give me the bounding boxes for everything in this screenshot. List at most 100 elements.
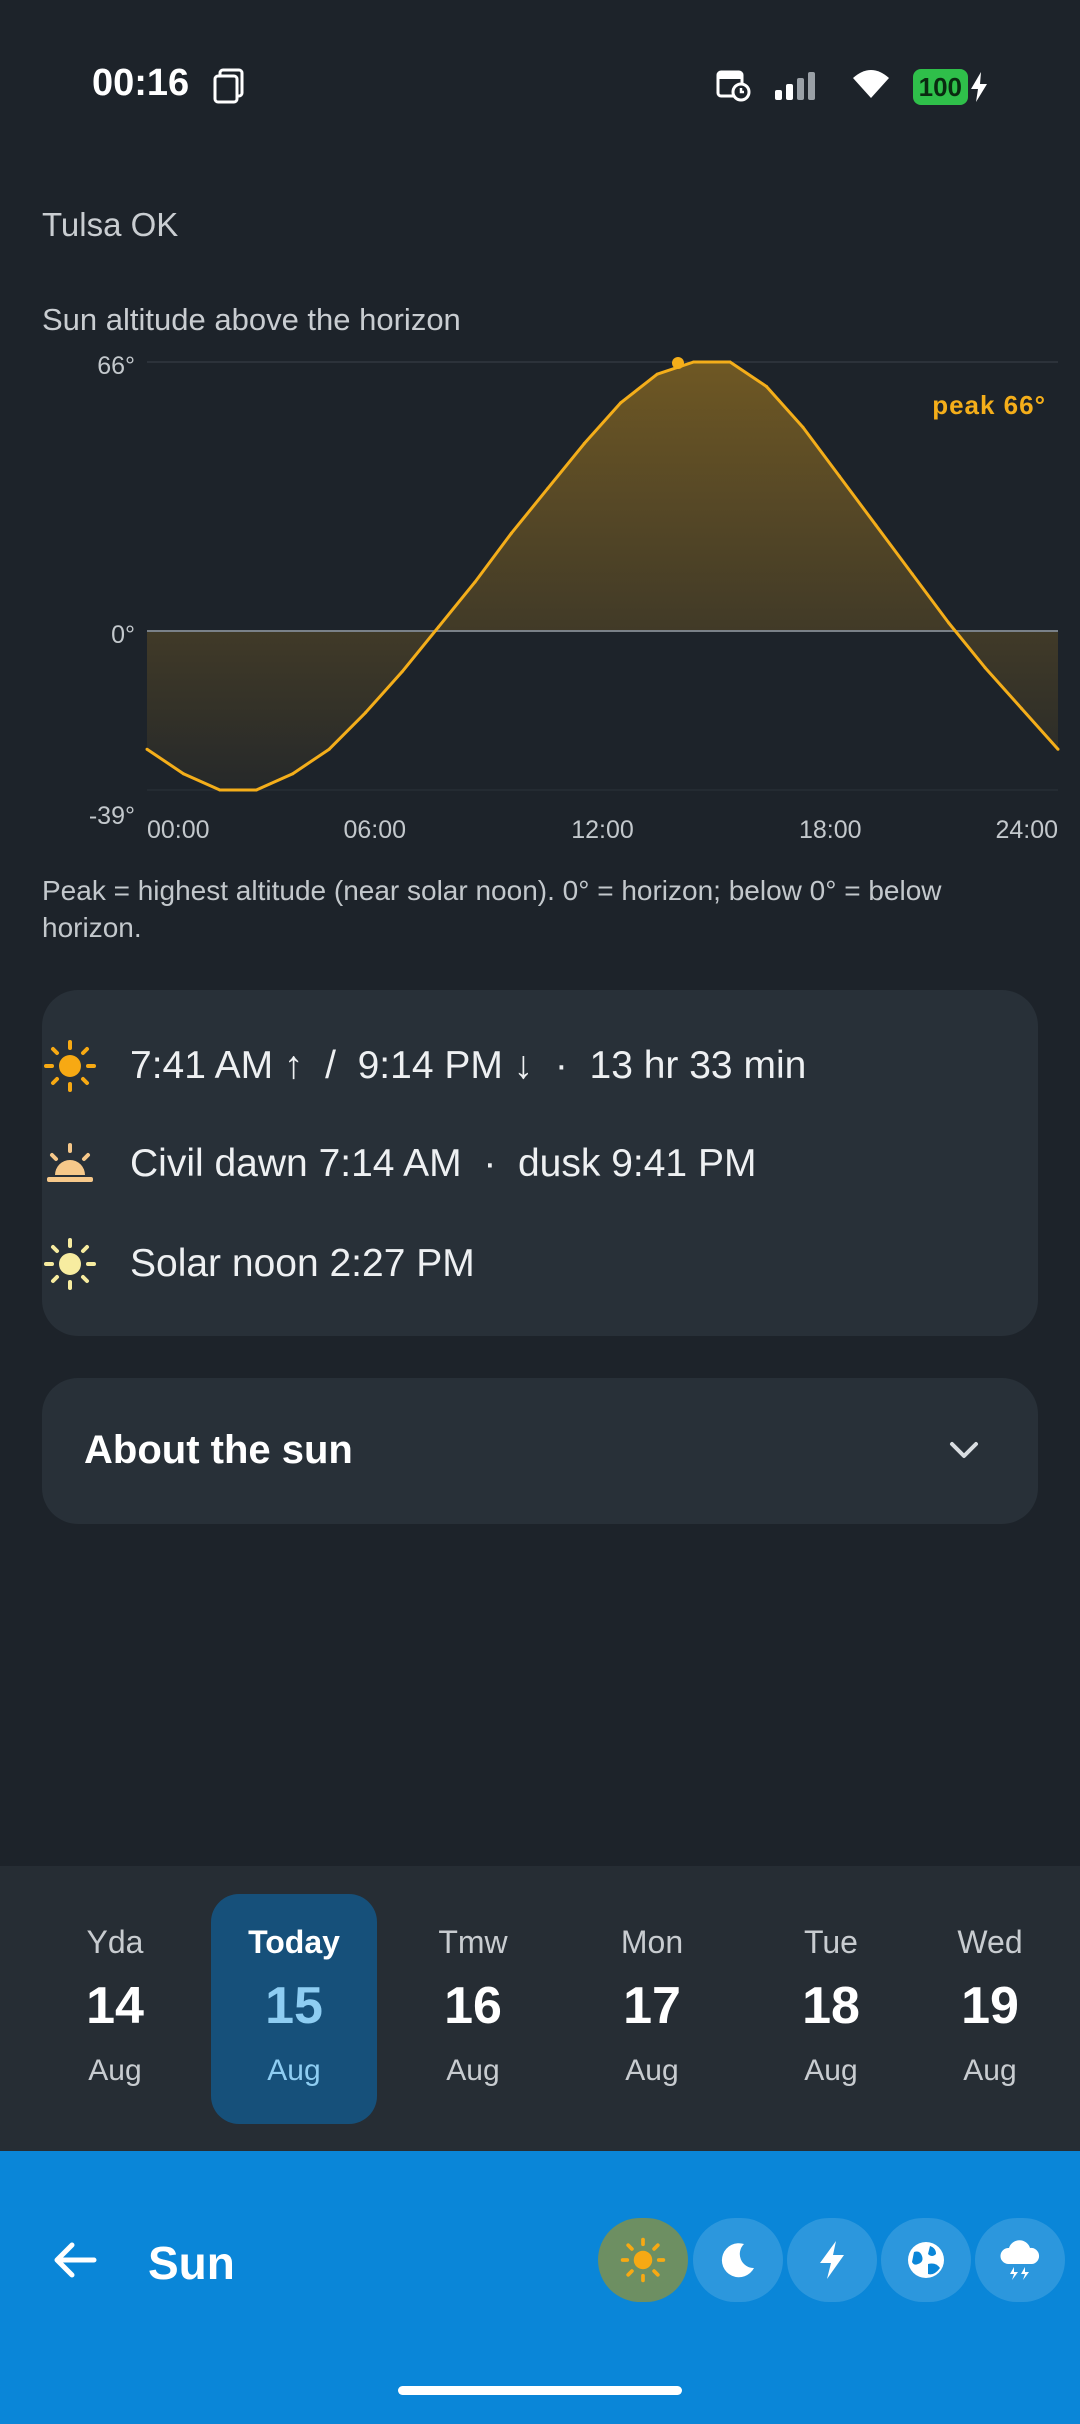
day-number: 14 bbox=[86, 1977, 144, 2035]
day-name: Tue bbox=[804, 1924, 858, 1960]
day-name: Tmw bbox=[438, 1924, 508, 1960]
day-number: 18 bbox=[802, 1977, 860, 2035]
data-point bbox=[1056, 747, 1060, 751]
x-tick-label: 00:00 bbox=[147, 816, 210, 844]
data-point bbox=[910, 572, 914, 576]
data-point bbox=[145, 747, 149, 751]
back-arrow-icon[interactable] bbox=[46, 2230, 106, 2290]
y-tick-label: 66° bbox=[97, 352, 135, 380]
data-point bbox=[947, 621, 951, 625]
x-tick-label: 18:00 bbox=[799, 816, 862, 844]
day-month: Aug bbox=[963, 2054, 1017, 2087]
sunrise-sunset-row: 7:41 AM ↑ / 9:14 PM ↓ · 13 hr 33 min bbox=[42, 1038, 806, 1094]
data-point bbox=[181, 772, 185, 776]
day-number: 17 bbox=[623, 1977, 681, 2035]
globe-mode-button[interactable] bbox=[881, 2218, 971, 2302]
altitude-area bbox=[147, 362, 1058, 790]
data-point bbox=[983, 666, 987, 670]
data-point bbox=[291, 772, 295, 776]
day-yesterday[interactable]: Yda 14 Aug bbox=[32, 1894, 198, 2124]
sun-icon bbox=[42, 1038, 98, 1094]
data-point bbox=[619, 401, 623, 405]
data-point bbox=[546, 486, 550, 490]
day-name: Today bbox=[248, 1924, 340, 1960]
data-point bbox=[874, 523, 878, 527]
day-month: Aug bbox=[625, 2054, 679, 2087]
about-sun-title: About the sun bbox=[84, 1428, 353, 1472]
location-label: Tulsa OK bbox=[42, 206, 179, 243]
wifi-icon bbox=[851, 68, 891, 105]
altitude-chart: 66° 0° -39° 00:00 06:00 12:00 18:00 24:00 peak … bbox=[0, 340, 1080, 860]
data-point bbox=[254, 788, 258, 792]
day-tomorrow[interactable]: Tmw 16 Aug bbox=[390, 1894, 556, 2124]
data-point bbox=[437, 625, 441, 629]
lightning-mode-button[interactable] bbox=[787, 2218, 877, 2302]
data-point bbox=[327, 747, 331, 751]
day-month: Aug bbox=[267, 2054, 321, 2087]
storm-cloud-icon bbox=[1000, 2240, 1040, 2280]
day-number: 19 bbox=[961, 1977, 1019, 2035]
calendar-clock-icon bbox=[715, 66, 751, 107]
bright-sun-icon bbox=[42, 1236, 98, 1292]
chart-note: Peak = highest altitude (near solar noon… bbox=[42, 875, 942, 943]
chevron-down-icon[interactable] bbox=[944, 1430, 984, 1475]
day-name: Mon bbox=[620, 1924, 684, 1960]
status-time: 00:16 bbox=[92, 62, 190, 104]
data-point bbox=[801, 425, 805, 429]
x-tick-label: 24:00 bbox=[995, 816, 1058, 844]
storm-mode-button[interactable] bbox=[975, 2218, 1065, 2302]
peak-marker bbox=[672, 357, 684, 369]
peak-label: peak 66° bbox=[932, 390, 1046, 420]
solar-noon-row: Solar noon 2:27 PM bbox=[42, 1236, 475, 1292]
sunrise-sunset-text: 7:41 AM ↑ / 9:14 PM ↓ · 13 hr 33 min bbox=[130, 1044, 807, 1087]
sun-mode-button[interactable] bbox=[598, 2218, 688, 2302]
screen-title: Sun bbox=[148, 2237, 235, 2289]
data-point bbox=[837, 474, 841, 478]
data-point bbox=[364, 711, 368, 715]
data-point bbox=[582, 442, 586, 446]
data-point bbox=[728, 360, 732, 364]
sun-icon bbox=[620, 2237, 666, 2283]
x-tick-label: 06:00 bbox=[343, 816, 406, 844]
home-indicator[interactable] bbox=[398, 2386, 682, 2395]
x-tick-label: 12:00 bbox=[571, 816, 634, 844]
y-tick-label: 0° bbox=[111, 621, 135, 649]
screenshot-icon bbox=[212, 68, 246, 109]
sunrise-horizon-icon bbox=[42, 1136, 98, 1192]
lightning-icon bbox=[820, 2241, 844, 2279]
day-name: Wed bbox=[957, 1924, 1023, 1960]
day-month: Aug bbox=[804, 2054, 858, 2087]
day-today[interactable]: Today 15 Aug bbox=[211, 1894, 377, 2124]
data-point bbox=[400, 670, 404, 674]
status-bar: 00:16 100 bbox=[0, 0, 1080, 175]
y-tick-label: -39° bbox=[89, 802, 135, 830]
signal-icon bbox=[773, 68, 829, 105]
day-number: 16 bbox=[444, 1977, 502, 2035]
day-month: Aug bbox=[446, 2054, 500, 2087]
data-point bbox=[473, 580, 477, 584]
status-icons: 100 bbox=[715, 66, 990, 107]
data-point bbox=[655, 372, 659, 376]
civil-twilight-text: Civil dawn 7:14 AM · dusk 9:41 PM bbox=[130, 1142, 757, 1185]
data-point bbox=[509, 531, 513, 535]
moon-mode-button[interactable] bbox=[693, 2218, 783, 2302]
battery-icon: 100 bbox=[912, 68, 990, 105]
data-point bbox=[692, 360, 696, 364]
charging-icon bbox=[971, 71, 987, 102]
chart-title: Sun altitude above the horizon bbox=[42, 302, 461, 337]
data-point bbox=[764, 384, 768, 388]
moon-icon bbox=[721, 2243, 754, 2278]
day-number: 15 bbox=[265, 1977, 323, 2035]
battery-level: 100 bbox=[912, 68, 968, 105]
altitude-chart-svg: 66° 0° -39° 00:00 06:00 12:00 18:00 24:00 bbox=[89, 352, 1060, 844]
day-month: Aug bbox=[88, 2054, 142, 2087]
day-name: Yda bbox=[86, 1924, 144, 1960]
civil-twilight-row: Civil dawn 7:14 AM · dusk 9:41 PM bbox=[42, 1136, 756, 1192]
day-tue[interactable]: Tue 18 Aug bbox=[748, 1894, 914, 2124]
data-point bbox=[1020, 706, 1024, 710]
solar-noon-text: Solar noon 2:27 PM bbox=[130, 1242, 475, 1285]
day-mon[interactable]: Mon 17 Aug bbox=[569, 1894, 735, 2124]
day-wed[interactable]: Wed 19 Aug bbox=[907, 1894, 1073, 2124]
data-point bbox=[218, 788, 222, 792]
globe-icon bbox=[908, 2242, 944, 2278]
